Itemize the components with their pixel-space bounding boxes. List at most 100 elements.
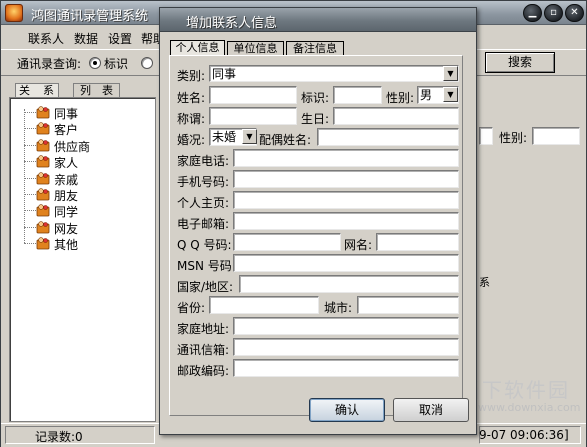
- contact-group-icon: [36, 203, 50, 217]
- name-input[interactable]: [209, 86, 297, 104]
- tree-item-label: 亲戚: [54, 172, 79, 187]
- title-input[interactable]: [209, 107, 297, 125]
- main-window-title: 鸿图通讯录管理系统: [31, 9, 149, 24]
- contact-group-icon: [36, 138, 50, 152]
- radio-identifier[interactable]: [89, 57, 101, 69]
- category-value: 同事: [212, 67, 237, 81]
- close-icon[interactable]: ✕: [565, 4, 584, 22]
- query-label: 通讯录查询:: [17, 57, 82, 71]
- label-province: 省份:: [177, 301, 206, 315]
- menu-data[interactable]: 数据: [74, 30, 98, 47]
- right-field-1[interactable]: [479, 127, 493, 145]
- homepage-input[interactable]: [233, 191, 459, 209]
- tree-connector: [24, 243, 36, 245]
- status-record-count: 记录数:0: [35, 430, 83, 444]
- confirm-button[interactable]: 确认: [309, 398, 385, 422]
- tree-connector: [24, 177, 36, 179]
- contact-group-icon: [36, 154, 50, 168]
- tree-item-label: 同事: [54, 107, 79, 121]
- label-qq: Q Q 号码:: [177, 238, 232, 252]
- dialog-title: 增加联系人信息: [186, 16, 278, 31]
- home-phone-input[interactable]: [233, 149, 459, 167]
- cancel-button[interactable]: 取消: [393, 398, 469, 422]
- label-marital: 婚况:: [177, 133, 206, 147]
- tree-item-label: 供应商: [54, 139, 91, 154]
- tree-connector: [24, 128, 36, 130]
- marital-dropdown-icon[interactable]: ▼: [242, 129, 257, 144]
- label-category: 类别:: [177, 69, 206, 83]
- right-gender-field[interactable]: [532, 127, 580, 145]
- right-gender-label: 性别:: [499, 131, 528, 145]
- label-postcode: 邮政编码:: [177, 364, 230, 378]
- mobile-input[interactable]: [233, 170, 459, 188]
- email-input[interactable]: [233, 212, 459, 230]
- minimize-icon[interactable]: ▁: [523, 4, 542, 22]
- label-identifier: 标识:: [301, 91, 330, 105]
- menu-settings[interactable]: 设置: [108, 30, 132, 47]
- tab-company-info[interactable]: 单位信息: [227, 41, 284, 56]
- tree-item-label: 客户: [54, 123, 79, 138]
- status-datetime: 9-07 09:06:36]: [479, 428, 569, 442]
- label-country: 国家/地区:: [177, 280, 234, 294]
- address-input[interactable]: [233, 317, 459, 335]
- label-title: 称谓:: [177, 112, 206, 126]
- postcode-input[interactable]: [233, 359, 459, 377]
- label-spouse: 配偶姓名:: [259, 133, 312, 147]
- search-button[interactable]: 搜索: [485, 52, 555, 73]
- category-dropdown-icon[interactable]: ▼: [443, 66, 458, 81]
- tree-item-label: 同学: [54, 205, 79, 220]
- tree-connector: [24, 194, 36, 195]
- tree-item-label: 其他: [54, 238, 79, 253]
- province-input[interactable]: [209, 296, 319, 314]
- label-gender: 性别:: [386, 91, 415, 105]
- contact-group-icon: [36, 171, 50, 185]
- country-input[interactable]: [239, 275, 459, 293]
- menu-help[interactable]: 帮助: [141, 30, 159, 47]
- tree-item-label: 朋友: [54, 189, 79, 203]
- identifier-input[interactable]: [333, 86, 382, 104]
- menu-contacts[interactable]: 联系人: [28, 30, 64, 47]
- tree-connector: [24, 112, 36, 113]
- tab-list[interactable]: 列 表: [73, 83, 120, 98]
- nickname-input[interactable]: [376, 233, 459, 251]
- contact-group-icon: [36, 236, 50, 250]
- label-nickname: 网名:: [344, 238, 373, 252]
- maximize-icon[interactable]: ▫: [544, 4, 563, 22]
- tree-connector: [24, 226, 36, 228]
- tree-connector: [24, 144, 36, 146]
- tab-relations[interactable]: 关 系: [15, 83, 59, 98]
- contact-group-icon: [36, 105, 50, 119]
- app-logo-icon: [5, 4, 23, 22]
- tree-item-label: 网友: [54, 221, 79, 236]
- radio-identifier-label: 标识: [104, 57, 129, 71]
- label-homepage: 个人主页:: [177, 196, 230, 210]
- label-birthday: 生日:: [301, 112, 330, 126]
- contact-group-icon: [36, 220, 50, 234]
- category-select[interactable]: 同事: [209, 65, 459, 82]
- tree-connector: [24, 161, 36, 163]
- add-contact-dialog: 增加联系人信息 个人信息 单位信息 备注信息 类别: 同事 ▼ 姓名: 标识: …: [159, 7, 477, 435]
- tab-notes[interactable]: 备注信息: [286, 41, 344, 56]
- tree-item-label: 家人: [54, 156, 79, 171]
- qq-input[interactable]: [233, 233, 341, 251]
- contact-group-icon: [36, 187, 50, 201]
- watermark-url: www.downxia.com: [478, 401, 581, 414]
- tab-personal-info[interactable]: 个人信息: [170, 40, 225, 56]
- msn-input[interactable]: [233, 254, 459, 272]
- mail-address-input[interactable]: [233, 338, 459, 356]
- tree-connector: [24, 210, 36, 212]
- label-home-phone: 家庭电话:: [177, 154, 230, 168]
- radio-other[interactable]: [141, 57, 153, 69]
- label-msn: MSN 号码:: [177, 259, 236, 273]
- contact-group-icon: [36, 121, 50, 135]
- tree-connector-vertical: [24, 109, 25, 244]
- gender-dropdown-icon[interactable]: ▼: [443, 87, 458, 102]
- city-input[interactable]: [357, 296, 459, 314]
- dialog-titlebar[interactable]: 增加联系人信息: [160, 8, 476, 32]
- label-mail-address: 通讯信箱:: [177, 343, 230, 357]
- spouse-input[interactable]: [317, 128, 459, 146]
- label-address: 家庭地址:: [177, 322, 230, 336]
- birthday-input[interactable]: [333, 107, 459, 125]
- label-name: 姓名:: [177, 91, 206, 105]
- label-city: 城市:: [324, 301, 353, 315]
